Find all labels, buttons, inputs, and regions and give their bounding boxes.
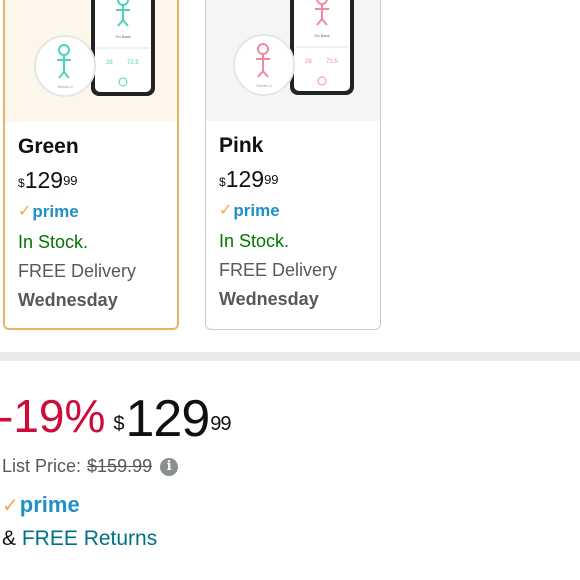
price-cents: 99 [264,172,279,187]
variant-name: Pink [219,134,264,157]
list-price-label: List Price: [2,456,82,476]
free-returns-link[interactable]: FREE Returns [22,527,157,550]
variant-image-green: On Back 28 72.5 Sense-U [5,0,177,122]
delivery-day: Wednesday [18,290,118,310]
currency-symbol: $ [219,175,226,189]
stock-status: In Stock. [18,232,89,252]
currency-symbol: $ [18,176,25,190]
prime-label: prime [32,202,79,221]
price-whole: 129 [24,167,64,193]
delivery-day: Wednesday [219,289,319,309]
prime-label: prime [233,201,280,220]
variant-price: $12999 [219,165,379,193]
device-brand: Sense-U [256,83,272,88]
deal-price: $12999 [113,388,231,450]
price-cents: 99 [63,173,78,188]
prime-badge: ✓ prime [18,202,178,222]
stat-right-value: 72.5 [326,59,338,65]
discount-percentage: -19% [0,390,106,442]
price-cents: 99 [210,413,231,435]
price-whole: 129 [125,390,211,448]
prime-badge: ✓ prime [219,201,379,221]
info-icon[interactable]: i [160,457,179,476]
stat-right-value: 72.5 [127,60,139,66]
delivery-text: FREE Delivery [18,261,137,281]
prime-check-icon: ✓ [2,494,19,517]
variant-price: $12999 [18,166,178,194]
price-whole: 129 [225,166,265,192]
stat-left-value: 28 [106,60,113,66]
variant-card-green[interactable]: On Back 28 72.5 Sense-U Green $12999 ✓ pr [3,0,179,330]
stat-left-value: 28 [305,59,312,65]
list-price: List Price: $159.99 i [2,456,179,477]
delivery-text: FREE Delivery [219,260,338,280]
variant-selector: On Back 28 72.5 Sense-U Green $12999 ✓ pr [0,0,580,340]
variant-name: Green [18,135,79,158]
returns-info: & FREE Returns [2,527,157,551]
prime-label: prime [19,492,80,517]
variant-card-pink[interactable]: On Back 28 72.5 Sense-U Pink $12999 ✓ pri… [205,0,381,330]
status-text: On Back [314,33,329,38]
prime-check-icon: ✓ [18,203,32,220]
list-price-value: $159.99 [87,456,153,476]
device-brand: Sense-U [57,84,73,89]
deal-price-row: -19% $12999 [0,388,232,450]
prime-check-icon: ✓ [219,202,233,219]
returns-prefix: & [2,527,17,550]
prime-badge: ✓ prime [2,492,80,518]
variant-image-pink: On Back 28 72.5 Sense-U [206,0,380,121]
stock-status: In Stock. [219,231,290,251]
currency-symbol: $ [113,413,124,435]
section-divider [0,352,580,361]
status-text: On Back [115,34,130,39]
